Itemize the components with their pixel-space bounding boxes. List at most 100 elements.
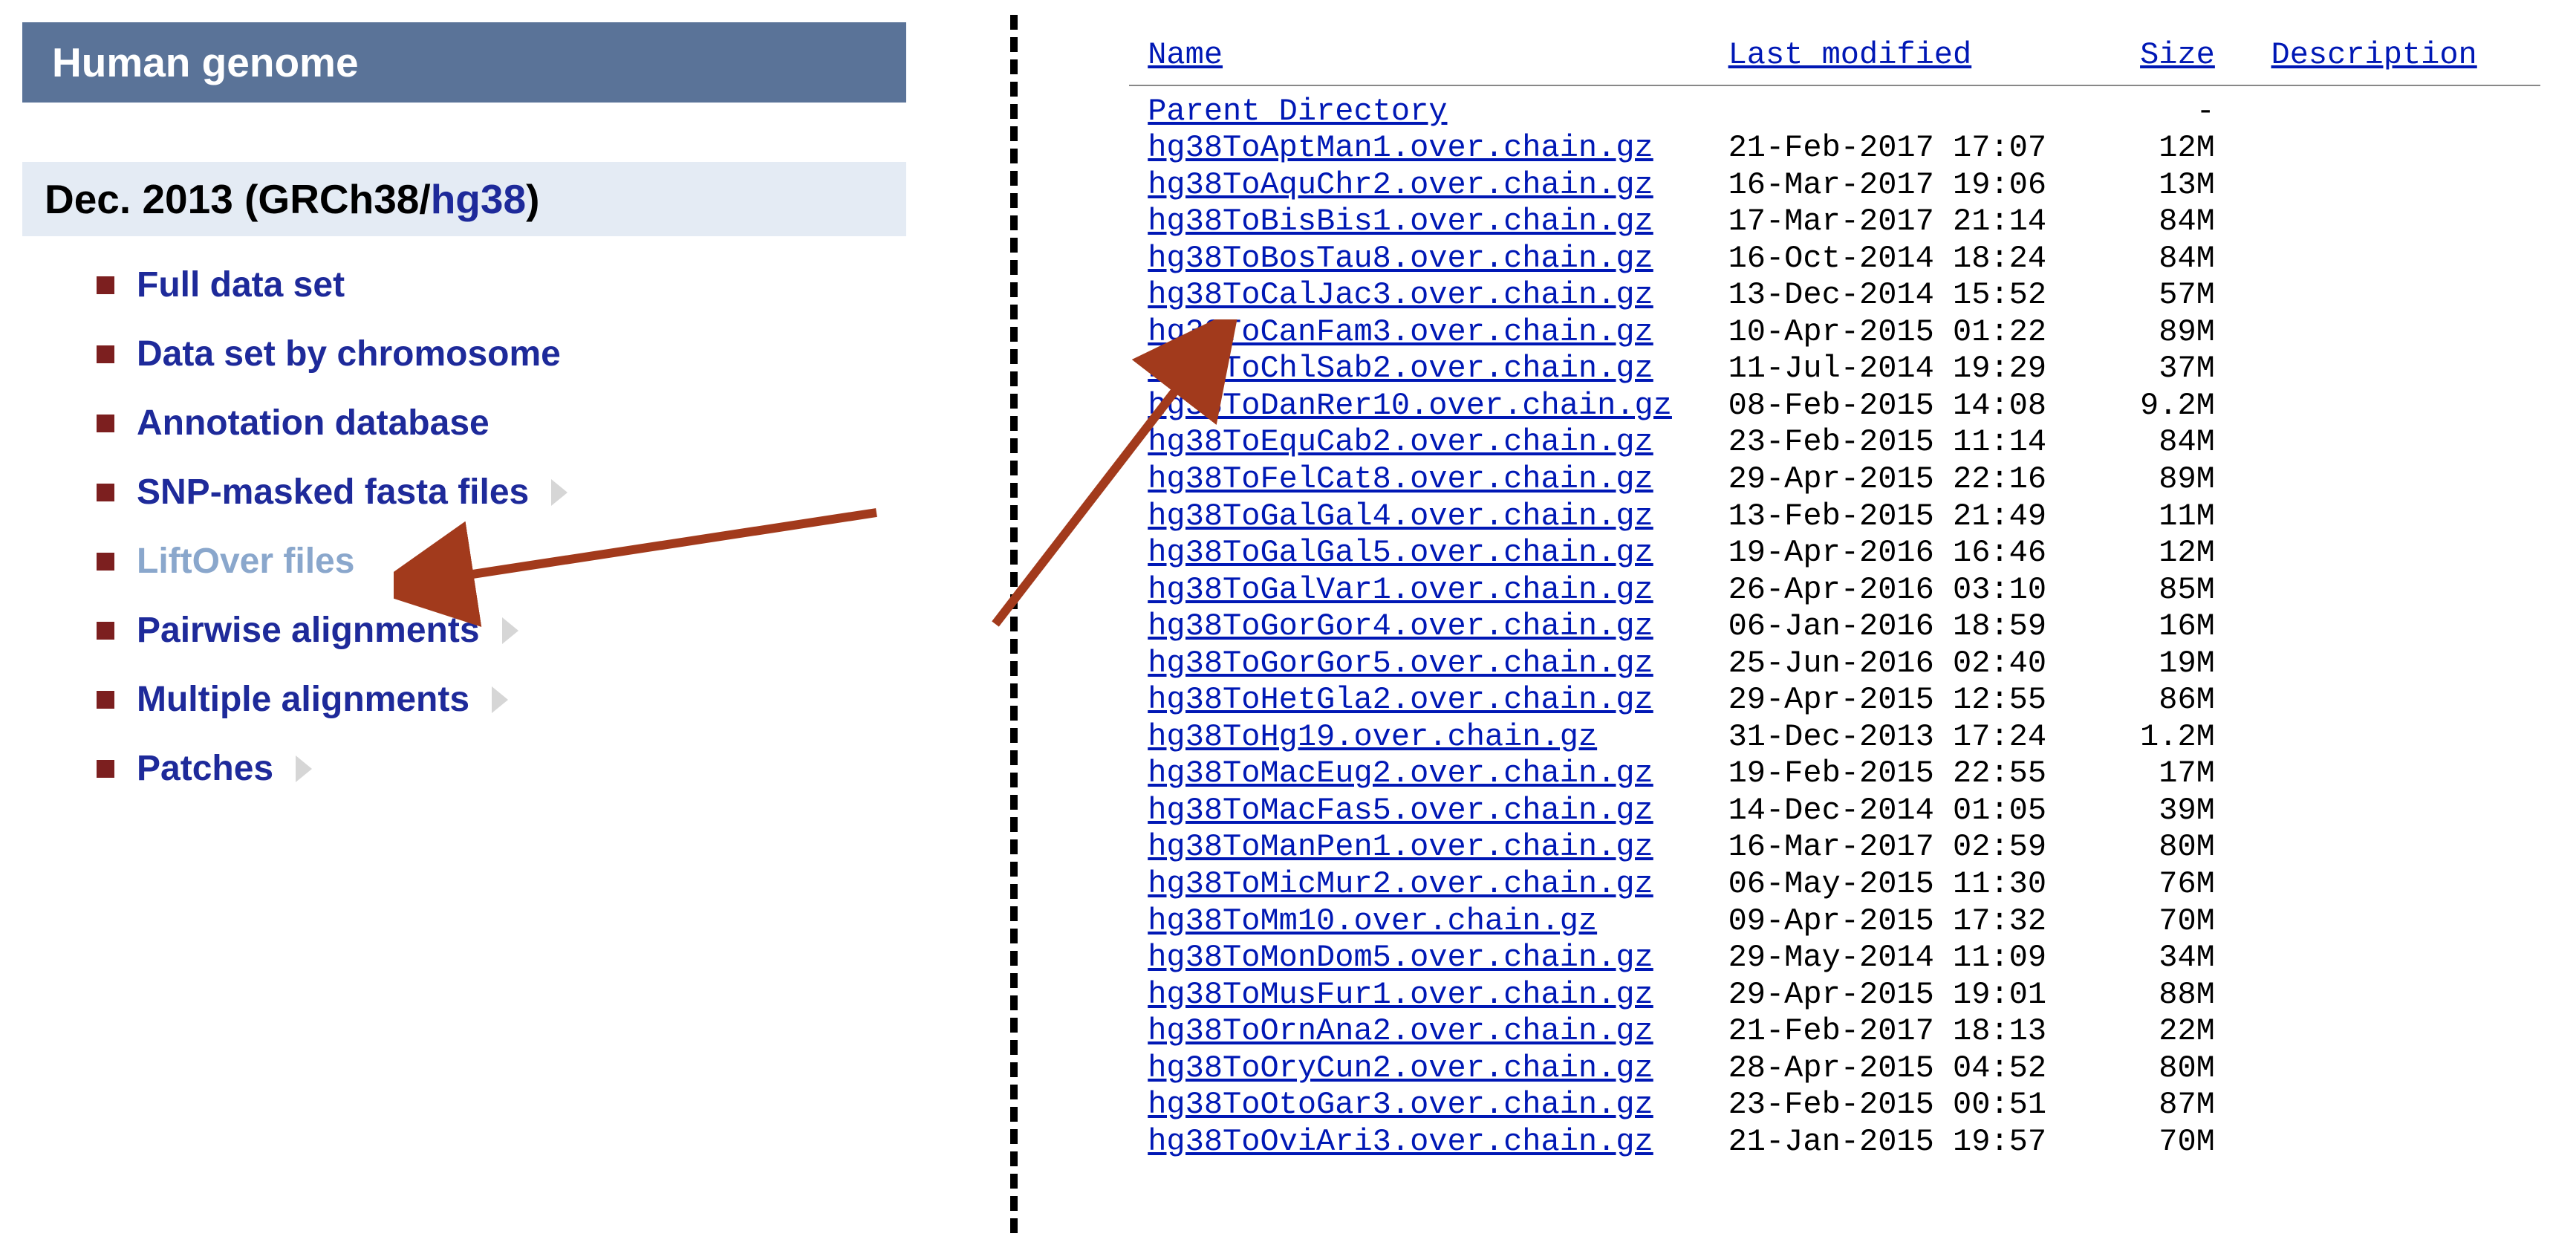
directory-listing: Name Last modified Size Description Pare…: [1129, 37, 2540, 1160]
file-link[interactable]: hg38ToHetGla2.over.chain.gz: [1148, 682, 1653, 718]
file-row: hg38ToFelCat8.over.chain.gz 29-Apr-2015 …: [1129, 461, 2540, 498]
sidebar-item-multiple-alignments[interactable]: Multiple alignments: [97, 679, 906, 720]
file-link[interactable]: hg38ToEquCab2.over.chain.gz: [1148, 424, 1653, 460]
file-link[interactable]: hg38ToGalGal5.over.chain.gz: [1148, 535, 1653, 571]
sidebar-item-label[interactable]: Annotation database: [137, 403, 489, 443]
file-link[interactable]: hg38ToOryCun2.over.chain.gz: [1148, 1050, 1653, 1086]
sidebar-item-pairwise-alignments[interactable]: Pairwise alignments: [97, 610, 906, 651]
file-link[interactable]: hg38ToBisBis1.over.chain.gz: [1148, 204, 1653, 239]
file-link[interactable]: hg38ToGalGal4.over.chain.gz: [1148, 498, 1653, 534]
file-row: hg38ToGorGor5.over.chain.gz 25-Jun-2016 …: [1129, 646, 2540, 683]
file-meta: 16-Mar-2017 19:06 13M: [1728, 167, 2215, 203]
file-meta: 08-Feb-2015 14:08 9.2M: [1728, 388, 2215, 423]
file-link[interactable]: hg38ToMm10.over.chain.gz: [1148, 903, 1597, 939]
file-link[interactable]: hg38ToMonDom5.over.chain.gz: [1148, 940, 1653, 975]
file-link[interactable]: hg38ToMacFas5.over.chain.gz: [1148, 793, 1653, 828]
file-link[interactable]: hg38ToBosTau8.over.chain.gz: [1148, 241, 1653, 276]
file-meta: 23-Feb-2015 11:14 84M: [1728, 424, 2215, 460]
file-row: hg38ToOryCun2.over.chain.gz 28-Apr-2015 …: [1129, 1050, 2540, 1088]
file-row: hg38ToHetGla2.over.chain.gz 29-Apr-2015 …: [1129, 682, 2540, 719]
bullet-icon: [97, 691, 114, 709]
file-link[interactable]: hg38ToOrnAna2.over.chain.gz: [1148, 1013, 1653, 1049]
file-meta: 06-Jan-2016 18:59 16M: [1728, 608, 2215, 644]
bullet-icon: [97, 276, 114, 294]
file-meta: 14-Dec-2014 01:05 39M: [1728, 793, 2215, 828]
file-meta: 21-Jan-2015 19:57 70M: [1728, 1124, 2215, 1160]
file-link[interactable]: hg38ToOviAri3.over.chain.gz: [1148, 1124, 1653, 1160]
bullet-icon: [97, 415, 114, 432]
file-meta: 31-Dec-2013 17:24 1.2M: [1728, 719, 2215, 755]
col-name[interactable]: Name: [1148, 37, 1223, 73]
file-row: hg38ToHg19.over.chain.gz 31-Dec-2013 17:…: [1129, 719, 2540, 756]
file-row: hg38ToBisBis1.over.chain.gz 17-Mar-2017 …: [1129, 204, 2540, 241]
col-size[interactable]: Size: [2140, 37, 2215, 73]
sidebar-item-liftover-files[interactable]: LiftOver files: [97, 541, 906, 582]
sidebar-item-data-set-by-chromosome[interactable]: Data set by chromosome: [97, 334, 906, 374]
file-meta: 11-Jul-2014 19:29 37M: [1728, 351, 2215, 386]
sidebar-item-label[interactable]: Pairwise alignments: [137, 610, 480, 651]
file-link[interactable]: hg38ToHg19.over.chain.gz: [1148, 719, 1597, 755]
sidebar-item-label[interactable]: SNP-masked fasta files: [137, 472, 529, 513]
sidebar-item-label[interactable]: Data set by chromosome: [137, 334, 561, 374]
sidebar-item-label[interactable]: Full data set: [137, 264, 345, 305]
file-link[interactable]: hg38ToOtoGar3.over.chain.gz: [1148, 1087, 1653, 1122]
sidebar-item-full-data-set[interactable]: Full data set: [97, 264, 906, 305]
file-row: hg38ToManPen1.over.chain.gz 16-Mar-2017 …: [1129, 829, 2540, 866]
file-row: hg38ToOrnAna2.over.chain.gz 21-Feb-2017 …: [1129, 1013, 2540, 1050]
file-meta: 19-Feb-2015 22:55 17M: [1728, 755, 2215, 791]
file-meta: 29-Apr-2015 19:01 88M: [1728, 977, 2215, 1013]
file-meta: 28-Apr-2015 04:52 80M: [1728, 1050, 2215, 1086]
bullet-icon: [97, 345, 114, 363]
file-link[interactable]: hg38ToChlSab2.over.chain.gz: [1148, 351, 1653, 386]
sidebar-item-label[interactable]: LiftOver files: [137, 541, 354, 582]
vertical-divider: [1010, 15, 1018, 1233]
file-row: hg38ToEquCab2.over.chain.gz 23-Feb-2015 …: [1129, 424, 2540, 461]
bullet-icon: [97, 622, 114, 640]
file-meta: 23-Feb-2015 00:51 87M: [1728, 1087, 2215, 1122]
col-description[interactable]: Description: [2271, 37, 2477, 73]
file-link[interactable]: hg38ToFelCat8.over.chain.gz: [1148, 461, 1653, 497]
file-meta: 29-Apr-2015 22:16 89M: [1728, 461, 2215, 497]
file-link[interactable]: hg38ToMusFur1.over.chain.gz: [1148, 977, 1653, 1013]
file-link[interactable]: hg38ToDanRer10.over.chain.gz: [1148, 388, 1672, 423]
sidebar-item-label[interactable]: Patches: [137, 748, 273, 789]
file-link[interactable]: hg38ToAquChr2.over.chain.gz: [1148, 167, 1653, 203]
chevron-right-icon: [296, 755, 312, 782]
file-row: hg38ToMicMur2.over.chain.gz 06-May-2015 …: [1129, 866, 2540, 903]
assembly-subheader: Dec. 2013 (GRCh38/hg38): [22, 162, 906, 236]
assembly-link[interactable]: hg38: [431, 176, 526, 222]
file-link[interactable]: hg38ToCalJac3.over.chain.gz: [1148, 277, 1653, 313]
file-meta: 16-Oct-2014 18:24 84M: [1728, 241, 2215, 276]
sidebar: Human genome Dec. 2013 (GRCh38/hg38) Ful…: [22, 22, 906, 817]
sidebar-item-patches[interactable]: Patches: [97, 748, 906, 789]
file-link[interactable]: hg38ToAptMan1.over.chain.gz: [1148, 130, 1653, 166]
file-meta: 29-Apr-2015 12:55 86M: [1728, 682, 2215, 718]
file-link[interactable]: hg38ToCanFam3.over.chain.gz: [1148, 314, 1653, 350]
file-row: hg38ToCalJac3.over.chain.gz 13-Dec-2014 …: [1129, 277, 2540, 314]
sidebar-item-annotation-database[interactable]: Annotation database: [97, 403, 906, 443]
file-link[interactable]: hg38ToGalVar1.over.chain.gz: [1148, 572, 1653, 608]
file-link[interactable]: hg38ToMicMur2.over.chain.gz: [1148, 866, 1653, 902]
file-row: hg38ToCanFam3.over.chain.gz 10-Apr-2015 …: [1129, 314, 2540, 351]
file-meta: 19-Apr-2016 16:46 12M: [1728, 535, 2215, 571]
file-meta: 25-Jun-2016 02:40 19M: [1728, 646, 2215, 681]
file-link[interactable]: hg38ToManPen1.over.chain.gz: [1148, 829, 1653, 865]
parent-directory-row: Parent Directory -: [1129, 94, 2540, 131]
sidebar-item-label[interactable]: Multiple alignments: [137, 679, 469, 720]
col-last-modified[interactable]: Last modified: [1728, 37, 1972, 73]
file-row: hg38ToBosTau8.over.chain.gz 16-Oct-2014 …: [1129, 241, 2540, 278]
file-meta: 29-May-2014 11:09 34M: [1728, 940, 2215, 975]
sidebar-item-snp-masked-fasta-files[interactable]: SNP-masked fasta files: [97, 472, 906, 513]
file-row: hg38ToMm10.over.chain.gz 09-Apr-2015 17:…: [1129, 903, 2540, 940]
chevron-right-icon: [502, 617, 518, 644]
chevron-right-icon: [492, 686, 508, 713]
file-link[interactable]: hg38ToGorGor4.over.chain.gz: [1148, 608, 1653, 644]
section-header: Human genome: [22, 22, 906, 103]
file-row: hg38ToGalVar1.over.chain.gz 26-Apr-2016 …: [1129, 572, 2540, 609]
file-meta: 13-Dec-2014 15:52 57M: [1728, 277, 2215, 313]
parent-directory-link[interactable]: Parent Directory: [1148, 94, 1447, 129]
subheader-suffix: ): [526, 176, 539, 222]
file-link[interactable]: hg38ToGorGor5.over.chain.gz: [1148, 646, 1653, 681]
file-link[interactable]: hg38ToMacEug2.over.chain.gz: [1148, 755, 1653, 791]
file-row: hg38ToGalGal4.over.chain.gz 13-Feb-2015 …: [1129, 498, 2540, 536]
